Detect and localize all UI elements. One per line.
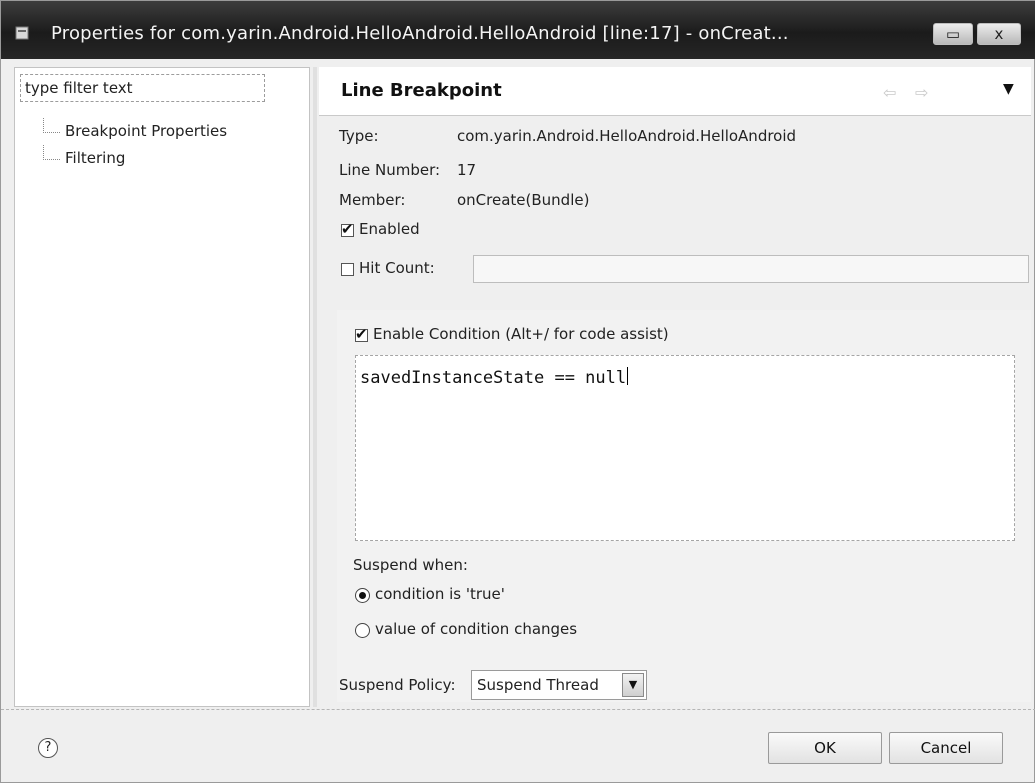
page-header: Line Breakpoint ⇦ ⇨ ▼	[319, 67, 1031, 116]
right-pane: Line Breakpoint ⇦ ⇨ ▼ Type: com.yarin.An…	[319, 67, 1031, 707]
filter-input[interactable]: type filter text	[20, 74, 265, 102]
radio-condition-true[interactable]	[355, 588, 370, 603]
window-title: Properties for com.yarin.Android.HelloAn…	[51, 23, 789, 44]
hit-count-checkbox[interactable]	[341, 263, 354, 276]
page-tree: Breakpoint Properties Filtering	[37, 118, 227, 172]
condition-editor[interactable]: savedInstanceState == null	[355, 355, 1015, 541]
type-value: com.yarin.Android.HelloAndroid.HelloAndr…	[457, 127, 797, 145]
page-title: Line Breakpoint	[341, 80, 502, 101]
maximize-icon: ▭	[945, 25, 961, 43]
line-number-label: Line Number:	[339, 161, 441, 179]
title-bar[interactable]: Properties for com.yarin.Android.HelloAn…	[1, 1, 1035, 59]
suspend-policy-label: Suspend Policy:	[339, 676, 456, 694]
radio-condition-true-label: condition is 'true'	[375, 585, 505, 603]
cancel-button[interactable]: Cancel	[889, 732, 1003, 764]
footer-divider	[1, 709, 1035, 711]
tree-item-breakpoint-properties[interactable]: Breakpoint Properties	[37, 118, 227, 145]
radio-condition-changes-label: value of condition changes	[375, 620, 578, 638]
condition-code: savedInstanceState == null	[360, 368, 627, 388]
view-menu-icon[interactable]: ▼	[1003, 81, 1014, 97]
ok-button[interactable]: OK	[768, 732, 882, 764]
back-arrow-icon[interactable]: ⇦	[883, 83, 896, 102]
member-label: Member:	[339, 191, 406, 209]
suspend-policy-select[interactable]: Suspend Thread ▼	[471, 670, 647, 700]
pane-sash[interactable]	[313, 67, 317, 707]
hit-count-input[interactable]	[473, 255, 1029, 283]
left-pane: type filter text Breakpoint Properties F…	[14, 67, 310, 707]
member-value: onCreate(Bundle)	[457, 191, 590, 209]
app-icon	[15, 26, 29, 40]
help-icon[interactable]: ?	[38, 738, 58, 758]
close-button[interactable]: x	[977, 23, 1021, 45]
line-number-value: 17	[457, 161, 477, 179]
enable-condition-label: Enable Condition (Alt+/ for code assist)	[373, 325, 669, 343]
enabled-label: Enabled	[359, 220, 420, 238]
properties-dialog: Properties for com.yarin.Android.HelloAn…	[0, 0, 1035, 783]
radio-condition-changes[interactable]	[355, 623, 370, 638]
maximize-button[interactable]: ▭	[933, 23, 973, 45]
suspend-policy-value: Suspend Thread	[477, 676, 599, 694]
chevron-down-icon[interactable]: ▼	[622, 673, 644, 697]
enabled-checkbox[interactable]	[341, 220, 354, 238]
text-caret	[627, 367, 629, 385]
tree-item-filtering[interactable]: Filtering	[37, 145, 227, 172]
close-icon: x	[994, 25, 1004, 43]
forward-arrow-icon[interactable]: ⇨	[915, 83, 928, 102]
suspend-when-label: Suspend when:	[353, 556, 468, 574]
hit-count-label: Hit Count:	[359, 259, 435, 277]
enable-condition-checkbox[interactable]	[355, 325, 368, 343]
type-label: Type:	[339, 127, 379, 145]
